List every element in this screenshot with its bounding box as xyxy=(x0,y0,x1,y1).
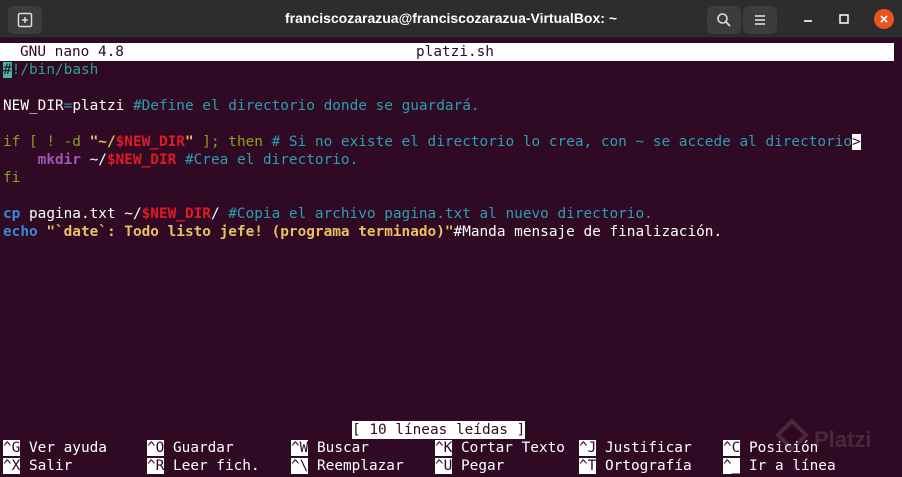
search-icon xyxy=(717,13,731,27)
status-message: [ 10 líneas leídas ] xyxy=(352,421,526,439)
code-line-3[interactable]: NEW_DIR=platzi #Define el directorio don… xyxy=(3,97,480,115)
line-overflow-marker: > xyxy=(852,134,861,150)
shortcut-justify[interactable]: ^J Justificar xyxy=(579,439,692,457)
nano-version: GNU nano 4.8 xyxy=(20,44,124,60)
maximize-button[interactable] xyxy=(834,9,854,29)
shortcut-replace[interactable]: ^\ Reemplazar xyxy=(291,457,404,475)
shortcut-read-file[interactable]: ^R Leer fich. xyxy=(147,457,260,475)
menu-button[interactable] xyxy=(743,6,777,34)
shortcut-help[interactable]: ^G Ver ayuda xyxy=(3,439,107,457)
close-button[interactable] xyxy=(874,9,894,29)
code-line-7[interactable]: fi xyxy=(3,169,20,187)
search-button[interactable] xyxy=(707,6,741,34)
title-bar: franciscozarazua@franciscozarazua-Virtua… xyxy=(0,0,902,38)
shortcut-spelling[interactable]: ^T Ortografía xyxy=(579,457,692,475)
code-line-6[interactable]: mkdir ~/$NEW_DIR #Crea el directorio. xyxy=(3,151,359,169)
terminal-area[interactable]: GNU nano 4.8 platzi.sh #!/bin/bash NEW_DI… xyxy=(0,38,902,477)
nano-header-bar: GNU nano 4.8 platzi.sh xyxy=(0,43,894,61)
shortcut-save[interactable]: ^O Guardar xyxy=(147,439,234,457)
code-line-5[interactable]: if [ ! -d "~/$NEW_DIR" ]; then # Si no e… xyxy=(3,133,861,151)
shortcut-exit[interactable]: ^X Salir xyxy=(3,457,72,475)
text-cursor: # xyxy=(3,62,12,78)
code-line-1[interactable]: #!/bin/bash xyxy=(3,61,98,79)
shortcut-search[interactable]: ^W Buscar xyxy=(291,439,369,457)
code-line-10[interactable]: echo "`date`: Todo listo jefe! (programa… xyxy=(3,223,722,241)
close-icon xyxy=(880,15,888,23)
watermark-text: Platzi xyxy=(814,427,871,452)
code-line-9[interactable]: cp pagina.txt ~/$NEW_DIR/ #Copia el arch… xyxy=(3,205,653,223)
platzi-watermark-logo: Platzi xyxy=(775,418,871,452)
shortcut-paste[interactable]: ^U Pegar xyxy=(435,457,504,475)
nano-filename: platzi.sh xyxy=(416,44,494,60)
minimize-button[interactable] xyxy=(798,9,818,29)
minimize-icon xyxy=(804,20,812,22)
hamburger-menu-icon xyxy=(755,15,765,25)
maximize-icon xyxy=(839,14,849,24)
shortcut-cut-text[interactable]: ^K Cortar Texto xyxy=(435,439,565,457)
